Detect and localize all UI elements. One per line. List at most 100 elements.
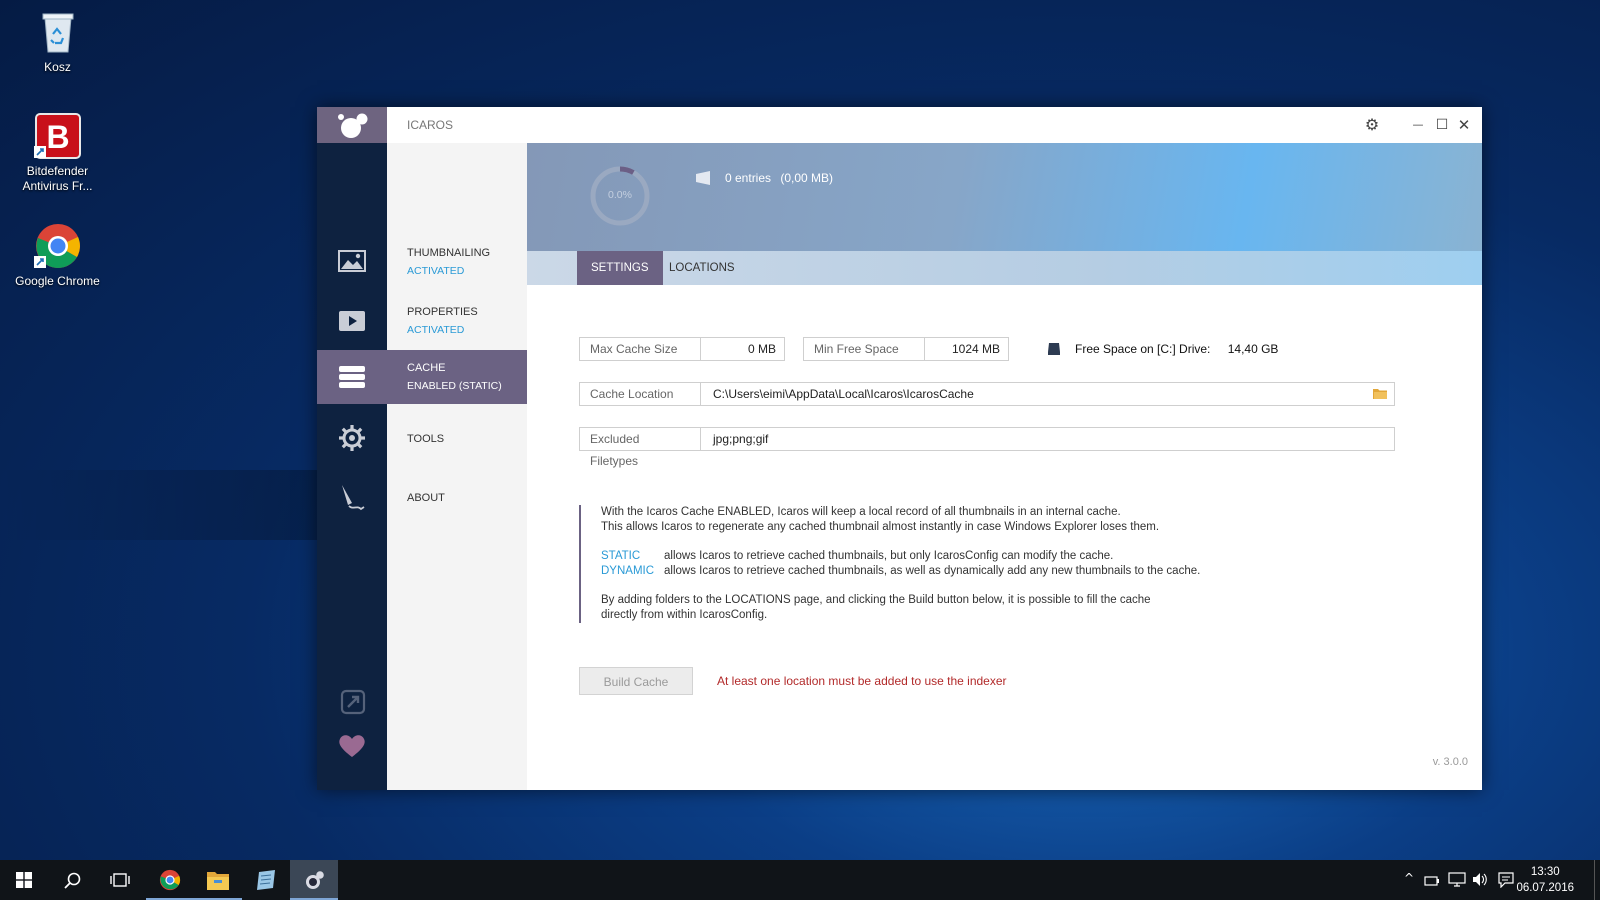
nav-label: ABOUT <box>407 492 445 504</box>
sidebar-icon-cache[interactable] <box>317 350 387 404</box>
info-line: directly from within IcarosConfig. <box>601 609 768 621</box>
cache-location-field[interactable]: Cache Location C:\Users\eimi\AppData\Loc… <box>579 382 1395 406</box>
min-free-space-field[interactable]: Min Free Space 1024 MB <box>803 337 1009 361</box>
taskbar-clock[interactable]: 13:30 06.07.2016 <box>1516 864 1574 896</box>
field-label: Cache Location <box>580 383 701 405</box>
entries-icon <box>696 171 710 185</box>
show-desktop-button[interactable] <box>1594 860 1600 900</box>
nav-label: THUMBNAILING <box>407 247 491 259</box>
task-view-icon <box>110 873 130 887</box>
max-cache-size-field[interactable]: Max Cache Size 0 MB <box>579 337 785 361</box>
settings-gear-button[interactable]: ⚙ <box>1360 113 1384 137</box>
sidebar-icon-properties[interactable] <box>317 296 387 350</box>
sidebar-donate-icon[interactable] <box>317 721 387 775</box>
video-icon <box>339 311 365 331</box>
notifications-icon[interactable] <box>1498 872 1514 888</box>
free-space-info: Free Space on [C:] Drive: 14,40 GB <box>1075 342 1278 356</box>
taskbar-icaros[interactable] <box>290 860 338 900</box>
clock-date: 06.07.2016 <box>1516 882 1574 894</box>
nav-status: ACTIVATED <box>407 265 465 277</box>
taskbar-chrome[interactable] <box>146 860 194 900</box>
recycle-bin-icon <box>34 8 82 56</box>
field-label: Max Cache Size <box>580 338 701 360</box>
desktop-icon-recycle-bin[interactable]: Kosz <box>10 8 105 75</box>
nav-item-properties[interactable]: PROPERTIES ACTIVATED <box>387 296 527 350</box>
dynamic-keyword: DYNAMIC <box>601 565 655 577</box>
app-logo <box>317 107 387 143</box>
nav-status: ACTIVATED <box>407 324 465 336</box>
gear-icon <box>339 425 365 451</box>
chrome-icon <box>33 222 82 270</box>
info-line: This allows Icaros to regenerate any cac… <box>601 521 1160 533</box>
max-cache-size-input[interactable]: 0 MB <box>748 338 776 360</box>
version-label: v. 3.0.0 <box>1432 756 1468 768</box>
cache-info-text: With the Icaros Cache ENABLED, Icaros wi… <box>579 505 1261 623</box>
search-button[interactable] <box>48 860 96 900</box>
cache-location-input[interactable]: C:\Users\eimi\AppData\Local\Icaros\Icaro… <box>713 383 974 405</box>
chrome-icon <box>159 869 181 891</box>
database-icon <box>339 366 365 388</box>
sidebar-icon-about[interactable] <box>317 473 387 527</box>
bitdefender-icon: B <box>33 112 82 160</box>
folder-browse-icon[interactable] <box>1373 388 1388 400</box>
info-line: With the Icaros Cache ENABLED, Icaros wi… <box>601 506 1121 518</box>
excluded-filetypes-field[interactable]: Excluded Filetypes jpg;png;gif <box>579 427 1395 468</box>
cache-content: 0.0% 0 entries (0,00 MB) SETTINGS LOCATI… <box>527 143 1482 790</box>
static-description: allows Icaros to retrieve cached thumbna… <box>664 550 1114 562</box>
excluded-filetypes-input[interactable]: jpg;png;gif <box>713 428 768 450</box>
field-label: Min Free Space <box>804 338 925 360</box>
close-button[interactable]: ✕ <box>1452 113 1476 137</box>
drive-icon <box>1048 343 1060 355</box>
network-icon[interactable] <box>1448 872 1466 887</box>
task-view-button[interactable] <box>96 860 144 900</box>
taskbar-file-explorer[interactable] <box>194 860 242 900</box>
clock-time: 13:30 <box>1530 866 1560 878</box>
cache-entries-info: 0 entries (0,00 MB) <box>725 171 833 185</box>
volume-icon[interactable] <box>1472 872 1488 887</box>
tray-chevron-icon[interactable]: ^ <box>1404 871 1414 885</box>
desktop-icon-label: Google Chrome <box>15 274 100 288</box>
search-icon <box>64 872 81 889</box>
nav-panel: THUMBNAILING ACTIVATED PROPERTIES ACTIVA… <box>387 143 527 790</box>
min-free-space-input[interactable]: 1024 MB <box>952 338 1000 360</box>
minimize-button[interactable]: — <box>1406 113 1430 137</box>
svg-text:B: B <box>46 119 69 155</box>
build-warning: At least one location must be added to u… <box>717 674 1007 688</box>
desktop-icon-bitdefender[interactable]: B Bitdefender Antivirus Fr... <box>10 112 105 194</box>
dynamic-description: allows Icaros to retrieve cached thumbna… <box>664 565 1201 577</box>
sidebar-icon-tools[interactable] <box>317 414 387 468</box>
nav-item-thumbnailing[interactable]: THUMBNAILING ACTIVATED <box>387 237 527 291</box>
nav-label: CACHE <box>407 362 446 374</box>
notepad-icon <box>257 870 275 890</box>
icon-sidebar <box>317 143 387 790</box>
field-label: Excluded Filetypes <box>580 428 701 468</box>
free-space-value: 14,40 GB <box>1227 342 1279 356</box>
battery-icon[interactable] <box>1424 873 1440 887</box>
maximize-button[interactable]: ☐ <box>1430 113 1454 137</box>
entries-size: (0,00 MB) <box>780 171 834 185</box>
cache-banner: 0.0% 0 entries (0,00 MB) <box>527 143 1482 251</box>
start-button[interactable] <box>0 860 48 900</box>
taskbar-app[interactable] <box>242 860 290 900</box>
nav-label: TOOLS <box>407 433 445 445</box>
window-title: ICAROS <box>407 118 454 132</box>
build-cache-button[interactable]: Build Cache <box>579 667 693 695</box>
sidebar-icon-thumbnailing[interactable] <box>317 237 387 291</box>
info-line: By adding folders to the LOCATIONS page,… <box>601 594 1151 606</box>
title-bar[interactable]: ICAROS ⚙ — ☐ ✕ <box>387 107 1482 143</box>
cache-progress-text: 0.0% <box>608 189 632 201</box>
tab-locations[interactable]: LOCATIONS <box>655 251 749 285</box>
folder-icon <box>207 872 229 890</box>
image-icon <box>338 250 366 272</box>
nav-item-tools[interactable]: TOOLS <box>387 414 527 468</box>
tab-settings[interactable]: SETTINGS <box>577 251 663 285</box>
icaros-icon <box>306 871 324 889</box>
desktop-icon-chrome[interactable]: Google Chrome <box>10 222 105 289</box>
desktop-icon-label: Kosz <box>44 60 71 74</box>
nav-item-about[interactable]: ABOUT <box>387 473 527 527</box>
cache-progress-ring: 0.0% <box>589 165 651 227</box>
windows-icon <box>16 872 32 888</box>
desktop-icon-label: Bitdefender Antivirus Fr... <box>22 164 93 193</box>
nav-item-cache[interactable]: CACHE ENABLED (STATIC) <box>387 350 527 404</box>
free-space-label: Free Space on [C:] Drive: <box>1075 342 1211 356</box>
